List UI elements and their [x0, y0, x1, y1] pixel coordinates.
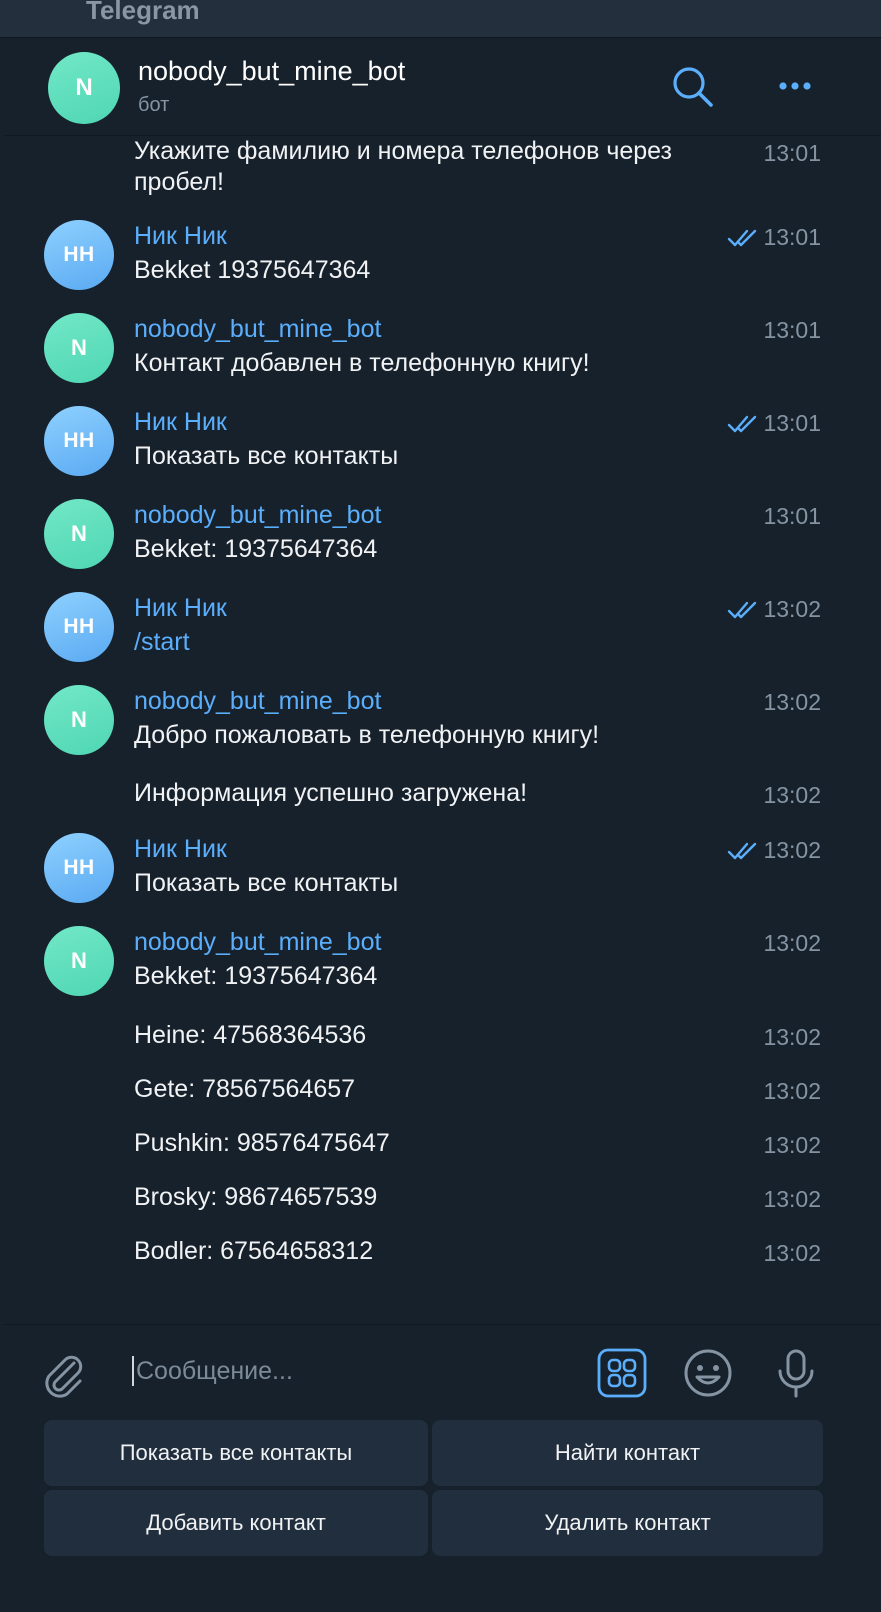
chat-header: N nobody_but_mine_bot бот — [4, 38, 881, 136]
app-title: Telegram — [86, 0, 200, 25]
time-label: 13:02 — [763, 930, 821, 956]
message-time: 13:01 — [727, 224, 821, 251]
message-list[interactable]: Укажите фамилию и номера телефонов через… — [4, 136, 881, 1324]
time-label: 13:01 — [763, 503, 821, 529]
time-label: 13:01 — [763, 224, 821, 250]
search-button[interactable] — [668, 62, 718, 112]
message-text: Укажите фамилию и номера телефонов через… — [134, 137, 672, 196]
chat-status: бот — [138, 94, 170, 116]
delete-contact-button[interactable]: Удалить контакт — [432, 1490, 823, 1556]
attach-button[interactable] — [40, 1349, 86, 1401]
input-placeholder: Сообщение... — [136, 1357, 293, 1385]
read-checkmarks-icon — [728, 842, 757, 859]
show-all-contacts-button[interactable]: Показать все контакты — [44, 1420, 428, 1486]
message-text: Heine: 47568364536 — [134, 1021, 367, 1049]
message-text: Pushkin: 98576475647 — [134, 1129, 390, 1157]
chat-avatar[interactable]: N — [48, 52, 120, 124]
message-input[interactable]: Сообщение... — [132, 1345, 572, 1397]
read-checkmarks-icon — [728, 415, 757, 432]
time-label: 13:02 — [763, 1240, 821, 1266]
bot-avatar[interactable]: N — [44, 685, 114, 755]
message-time: 13:02 — [763, 1024, 821, 1051]
keyboard-grid-icon — [597, 1348, 647, 1398]
time-label: 13:01 — [763, 140, 821, 166]
message-time: 13:02 — [763, 1132, 821, 1159]
read-checkmarks-icon — [728, 601, 757, 618]
time-label: 13:02 — [763, 1078, 821, 1104]
message-text: Bekket 19375647364 — [134, 256, 371, 284]
message-text: Bodler: 67564658312 — [134, 1237, 374, 1265]
read-checkmarks-icon — [728, 229, 757, 246]
text-caret — [132, 1356, 134, 1386]
bot-keyboard-toggle-button[interactable] — [596, 1347, 648, 1399]
message-text: Bekket: 19375647364 — [134, 962, 378, 990]
bot-avatar[interactable]: N — [44, 313, 114, 383]
message-text: Показать все контакты — [134, 869, 399, 897]
message-text: Добро пожаловать в телефонную книгу! — [134, 721, 600, 749]
sender-name[interactable]: Ник Ник — [134, 594, 227, 623]
message-time: 13:01 — [763, 317, 821, 344]
time-label: 13:02 — [763, 782, 821, 808]
more-menu-button[interactable] — [770, 62, 820, 112]
message-text: Контакт добавлен в телефонную книгу! — [134, 349, 590, 377]
sender-name[interactable]: Ник Ник — [134, 222, 227, 251]
chat-window: N nobody_but_mine_bot бот Укажите фамили… — [4, 38, 881, 1612]
search-icon — [673, 67, 713, 107]
emoji-button[interactable] — [682, 1347, 734, 1399]
user-avatar[interactable]: НН — [44, 833, 114, 903]
more-icon — [779, 82, 811, 90]
message-composer: Сообщение... — [4, 1324, 881, 1417]
sender-name[interactable]: Ник Ник — [134, 408, 227, 437]
sender-name[interactable]: nobody_but_mine_bot — [134, 315, 381, 344]
time-label: 13:01 — [763, 317, 821, 343]
sender-name[interactable]: nobody_but_mine_bot — [134, 501, 381, 530]
message-time: 13:02 — [763, 930, 821, 957]
sender-name[interactable]: nobody_but_mine_bot — [134, 928, 381, 957]
chat-title[interactable]: nobody_but_mine_bot — [138, 56, 405, 87]
smiley-icon — [684, 1349, 732, 1397]
message-text: Brosky: 98674657539 — [134, 1183, 378, 1211]
voice-message-button[interactable] — [770, 1347, 822, 1399]
find-contact-button[interactable]: Найти контакт — [432, 1420, 823, 1486]
message-time: 13:02 — [763, 689, 821, 716]
user-avatar[interactable]: НН — [44, 220, 114, 290]
user-avatar[interactable]: НН — [44, 406, 114, 476]
time-label: 13:02 — [763, 1024, 821, 1050]
time-label: 13:01 — [763, 410, 821, 436]
message-time: 13:01 — [763, 503, 821, 530]
time-label: 13:02 — [763, 689, 821, 715]
time-label: 13:02 — [763, 1132, 821, 1158]
message-text: Bekket: 19375647364 — [134, 535, 378, 563]
message-time: 13:02 — [763, 1078, 821, 1105]
message-time: 13:02 — [727, 596, 821, 623]
message-text: Gete: 78567564657 — [134, 1075, 356, 1103]
add-contact-button[interactable]: Добавить контакт — [44, 1490, 428, 1556]
message-text: Информация успешно загружена! — [134, 779, 528, 807]
sender-name[interactable]: nobody_but_mine_bot — [134, 687, 381, 716]
message-time: 13:02 — [763, 1186, 821, 1213]
time-label: 13:02 — [763, 837, 821, 863]
bot-reply-keyboard: Показать все контакты Найти контакт Доба… — [4, 1416, 881, 1612]
time-label: 13:02 — [763, 1186, 821, 1212]
message-time: 13:02 — [763, 1240, 821, 1267]
message-time: 13:01 — [727, 410, 821, 437]
time-label: 13:02 — [763, 596, 821, 622]
microphone-icon — [778, 1349, 814, 1398]
user-avatar[interactable]: НН — [44, 592, 114, 662]
bot-avatar[interactable]: N — [44, 926, 114, 996]
message-time: 13:01 — [763, 140, 821, 167]
message-text: Показать все контакты — [134, 442, 399, 470]
message-time: 13:02 — [763, 782, 821, 809]
sender-name[interactable]: Ник Ник — [134, 835, 227, 864]
paperclip-icon — [45, 1355, 83, 1398]
message-time: 13:02 — [727, 837, 821, 864]
command-link[interactable]: /start — [134, 627, 734, 658]
bot-avatar[interactable]: N — [44, 499, 114, 569]
title-bar: Telegram — [0, 0, 881, 38]
